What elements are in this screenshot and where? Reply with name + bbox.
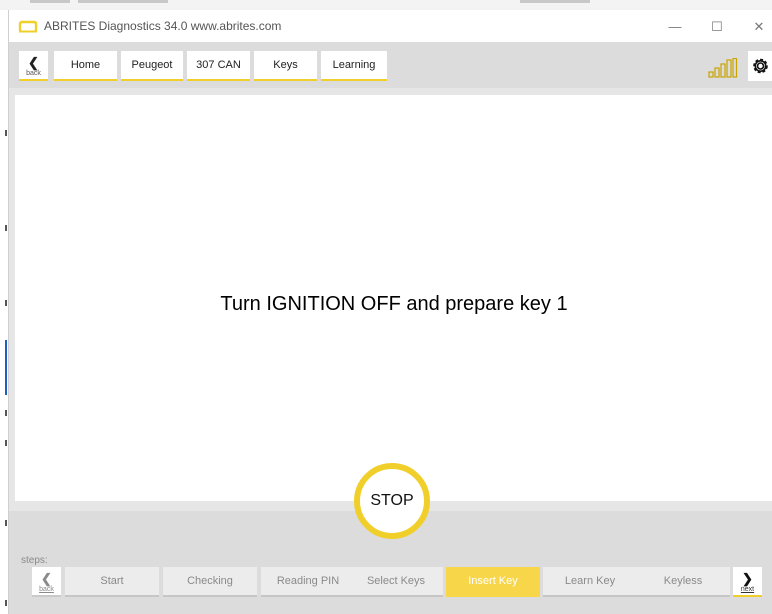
step-back-button[interactable]: ❮ back: [32, 567, 61, 597]
chevron-left-icon: ❮: [28, 55, 39, 70]
app-window: ABRITES Diagnostics 34.0 www.abrites.com…: [8, 10, 772, 614]
breadcrumb-307-can[interactable]: 307 CAN: [187, 51, 250, 81]
chevron-right-icon: ❯: [742, 571, 753, 586]
step-keyless[interactable]: Keyless: [636, 567, 730, 597]
step-back-label: back: [39, 586, 54, 593]
step-learn-key[interactable]: Learn Key: [543, 567, 637, 597]
step-next-label: next: [740, 586, 755, 593]
content-area: Turn IGNITION OFF and prepare key 1: [9, 88, 772, 511]
abrites-logo-icon: [18, 20, 38, 33]
desktop-edge: [0, 10, 8, 614]
message-panel: Turn IGNITION OFF and prepare key 1: [15, 95, 772, 501]
gear-icon: [753, 58, 768, 74]
breadcrumb-learning[interactable]: Learning: [321, 51, 387, 81]
navigation-bar: ❮ back Home Peugeot 307 CAN Keys Learnin…: [9, 42, 772, 88]
step-reading-pin[interactable]: Reading PIN: [261, 567, 355, 597]
breadcrumb-peugeot[interactable]: Peugeot: [121, 51, 183, 81]
title-bar: ABRITES Diagnostics 34.0 www.abrites.com…: [9, 10, 772, 42]
window-title: ABRITES Diagnostics 34.0 www.abrites.com: [44, 19, 282, 33]
desktop-strip: [0, 0, 772, 10]
instruction-message: Turn IGNITION OFF and prepare key 1: [220, 293, 568, 315]
step-checking[interactable]: Checking: [163, 567, 257, 597]
back-button[interactable]: ❮ back: [19, 51, 48, 81]
stop-button[interactable]: STOP: [354, 463, 430, 539]
signal-strength-icon: [708, 58, 738, 78]
step-start[interactable]: Start: [65, 567, 159, 597]
back-label: back: [26, 70, 41, 77]
step-select-keys[interactable]: Select Keys: [349, 567, 443, 597]
close-button[interactable]: ✕: [744, 16, 772, 38]
steps-label: steps:: [21, 555, 48, 566]
step-insert-key[interactable]: Insert Key: [446, 567, 540, 597]
breadcrumb-home[interactable]: Home: [54, 51, 117, 81]
maximize-button[interactable]: ☐: [702, 16, 732, 38]
minimize-button[interactable]: —: [660, 16, 690, 38]
settings-button[interactable]: [748, 51, 772, 81]
breadcrumb-keys[interactable]: Keys: [254, 51, 317, 81]
chevron-left-icon: ❮: [41, 571, 52, 586]
step-next-button[interactable]: ❯ next: [733, 567, 762, 597]
